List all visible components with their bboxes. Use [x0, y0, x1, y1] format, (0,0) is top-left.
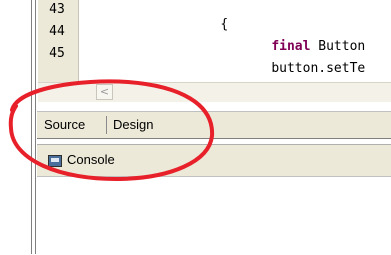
- tab-separator: [106, 116, 107, 134]
- console-icon: [48, 155, 62, 167]
- left-margin: [0, 0, 31, 254]
- editor-tab-bar: Source Design: [37, 111, 391, 139]
- code-line[interactable]: {: [189, 2, 228, 47]
- window-border: [31, 0, 32, 254]
- line-number: 44: [49, 24, 65, 39]
- line-number: 43: [49, 2, 65, 17]
- horizontal-scrollbar[interactable]: <: [38, 82, 391, 102]
- code-text: {: [220, 17, 229, 32]
- line-number-gutter: 43 44 45: [38, 0, 79, 82]
- code-editor[interactable]: { final Button button.setTe: [79, 0, 391, 82]
- tab-source[interactable]: Source: [41, 114, 88, 136]
- tab-design[interactable]: Design: [110, 114, 156, 136]
- console-view-tab[interactable]: Console: [37, 144, 391, 177]
- window-border: [35, 0, 36, 254]
- console-label: Console: [67, 152, 115, 167]
- console-output-area[interactable]: [37, 176, 391, 255]
- code-text: button.setTe: [271, 61, 366, 76]
- line-number: 45: [49, 46, 65, 61]
- scroll-left-button[interactable]: <: [96, 84, 113, 100]
